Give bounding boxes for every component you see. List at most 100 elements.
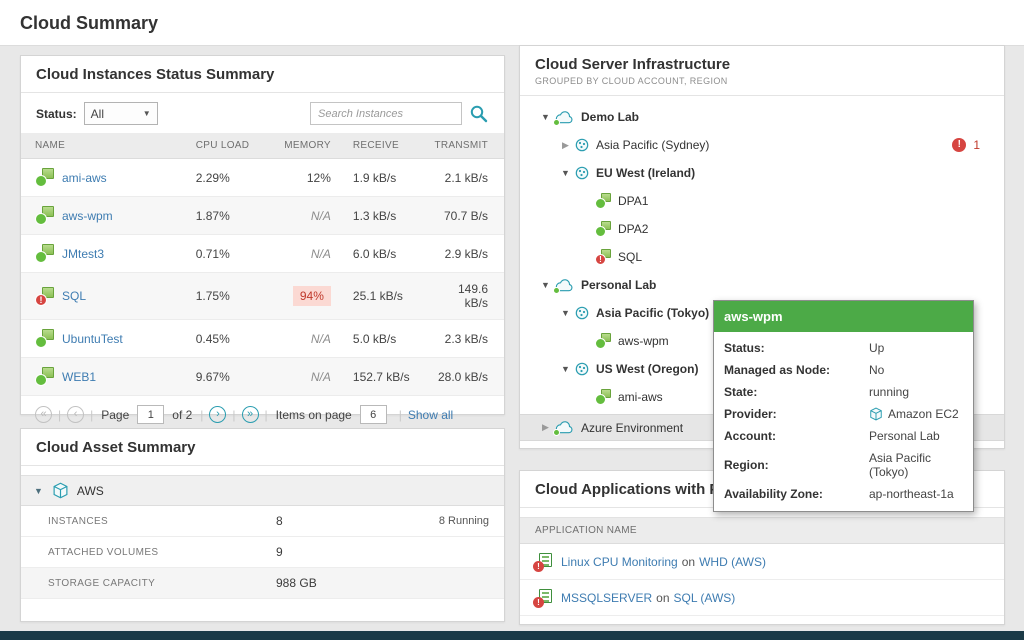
collapse-caret-icon[interactable]: ▼ (34, 486, 43, 496)
asset-row: STORAGE CAPACITY 988 GB (21, 568, 504, 599)
transmit-value: 2.3 kB/s (426, 320, 504, 358)
region-icon (575, 138, 589, 152)
asset-value: 8 (276, 514, 439, 528)
tree-expander-icon[interactable]: ▼ (558, 168, 573, 178)
panel-title: Cloud Server Infrastructure (535, 56, 989, 73)
tree-expander-icon[interactable]: ▼ (538, 112, 553, 122)
tree-item[interactable]: ▼ Demo Lab (530, 103, 994, 131)
cloud-account-icon (555, 279, 574, 292)
tree-item-label: DPA1 (618, 194, 648, 208)
instance-link[interactable]: ami-aws (62, 171, 107, 185)
tree-item[interactable]: ▶ Asia Pacific (Sydney) ! 1 (530, 131, 994, 159)
tree-item[interactable]: ▼ EU West (Ireland) (530, 159, 994, 187)
receive-value: 152.7 kB/s (339, 358, 427, 396)
table-row: ami-aws 2.29% 12% 1.9 kB/s 2.1 kB/s (21, 159, 504, 197)
show-all-link[interactable]: Show all (408, 408, 453, 422)
search-button[interactable] (469, 104, 489, 124)
status-dropdown[interactable]: All ▼ (84, 102, 158, 125)
tooltip-field: State: running (714, 381, 973, 403)
connector-text: on (656, 591, 669, 605)
separator: | (399, 408, 402, 422)
receive-value: 1.3 kB/s (339, 197, 427, 235)
tree-item[interactable]: DPA2 (530, 215, 994, 243)
instance-link[interactable]: SQL (62, 289, 86, 303)
instances-toolbar: Status: All ▼ (21, 93, 504, 133)
table-row: JMtest3 0.71% N/A 6.0 kB/s 2.9 kB/s (21, 235, 504, 273)
status-dropdown-value: All (91, 107, 104, 121)
tooltip-field-value: ap-northeast-1a (869, 487, 954, 501)
tooltip-field-label: Provider: (724, 407, 869, 421)
bottom-bar (0, 631, 1024, 640)
tree-item[interactable]: DPA1 (530, 187, 994, 215)
panel-header: Cloud Server Infrastructure GROUPED BY C… (520, 46, 1004, 96)
critical-icon: ! (952, 138, 966, 152)
panel-header: Cloud Asset Summary (21, 429, 504, 466)
tree-item-label: DPA2 (618, 222, 648, 236)
column-header-receive: RECEIVE (339, 133, 427, 159)
instance-status-icon: ! (35, 287, 54, 306)
memory-value: N/A (311, 247, 331, 261)
tooltip-field: Account: Personal Lab (714, 425, 973, 447)
instance-status-icon (35, 329, 54, 348)
tree-item[interactable]: ▼ Personal Lab (530, 271, 994, 299)
last-page-button[interactable]: » (242, 406, 259, 423)
tooltip-field: Availability Zone: ap-northeast-1a (714, 483, 973, 505)
page-title: Cloud Summary (0, 0, 1024, 34)
instance-link[interactable]: UbuntuTest (62, 332, 123, 346)
table-row: WEB1 9.67% N/A 152.7 kB/s 28.0 kB/s (21, 358, 504, 396)
receive-value: 6.0 kB/s (339, 235, 427, 273)
first-page-button[interactable]: « (35, 406, 52, 423)
application-status-icon: ! (535, 553, 552, 570)
tree-item[interactable]: ! SQL (530, 243, 994, 271)
asset-extra: 8 Running (439, 515, 489, 527)
search-area (310, 102, 489, 125)
panel-title: Cloud Instances Status Summary (36, 66, 274, 83)
cpu-load-value: 0.45% (188, 320, 275, 358)
tree-expander-icon[interactable]: ▶ (538, 422, 553, 433)
tree-expander-icon[interactable]: ▶ (558, 140, 573, 151)
node-link[interactable]: SQL (AWS) (674, 591, 736, 605)
transmit-value: 28.0 kB/s (426, 358, 504, 396)
asset-value: 9 (276, 545, 489, 559)
cpu-load-value: 9.67% (188, 358, 275, 396)
next-page-button[interactable]: › (209, 406, 226, 423)
instance-icon: ! (595, 249, 611, 265)
tree-item-label: aws-wpm (618, 334, 669, 348)
search-input[interactable] (310, 102, 462, 125)
tooltip-value-text: Amazon EC2 (888, 407, 959, 421)
items-per-page-input[interactable] (360, 405, 387, 424)
region-icon (575, 362, 589, 376)
cpu-load-value: 2.29% (188, 159, 275, 197)
tree-expander-icon[interactable]: ▼ (538, 280, 553, 290)
tooltip-field-value: Up (869, 341, 884, 355)
panel-subtitle: GROUPED BY CLOUD ACCOUNT, REGION (535, 76, 989, 86)
panel-title: Cloud Asset Summary (36, 439, 196, 456)
region-icon (575, 166, 589, 180)
tree-item-label: Azure Environment (581, 421, 683, 435)
panel-header: Cloud Instances Status Summary (21, 56, 504, 93)
tooltip-field-value: Asia Pacific (Tokyo) (869, 451, 963, 479)
application-link[interactable]: Linux CPU Monitoring (561, 555, 678, 569)
instance-link[interactable]: JMtest3 (62, 247, 104, 261)
tooltip-field-label: Account: (724, 429, 869, 443)
application-link[interactable]: MSSQLSERVER (561, 591, 652, 605)
chevron-down-icon: ▼ (143, 109, 151, 118)
separator: | (200, 408, 203, 422)
page-number-input[interactable] (137, 405, 164, 424)
instance-status-icon (35, 244, 54, 263)
instance-tooltip: aws-wpm Status: Up Managed as Node: No S… (713, 300, 974, 512)
application-status-icon: ! (535, 589, 552, 606)
table-row: aws-wpm 1.87% N/A 1.3 kB/s 70.7 B/s (21, 197, 504, 235)
asset-group-aws[interactable]: ▼ AWS (21, 475, 504, 506)
instance-link[interactable]: WEB1 (62, 370, 96, 384)
node-link[interactable]: WHD (AWS) (699, 555, 766, 569)
tree-expander-icon[interactable]: ▼ (558, 308, 573, 318)
tree-expander-icon[interactable]: ▼ (558, 364, 573, 374)
tooltip-field-label: Status: (724, 341, 869, 355)
previous-page-button[interactable]: ‹ (67, 406, 84, 423)
tree-item-label: SQL (618, 250, 642, 264)
aws-cube-icon (52, 482, 69, 499)
instance-link[interactable]: aws-wpm (62, 209, 113, 223)
instance-icon (595, 333, 611, 349)
tree-item-label: Personal Lab (581, 278, 656, 292)
